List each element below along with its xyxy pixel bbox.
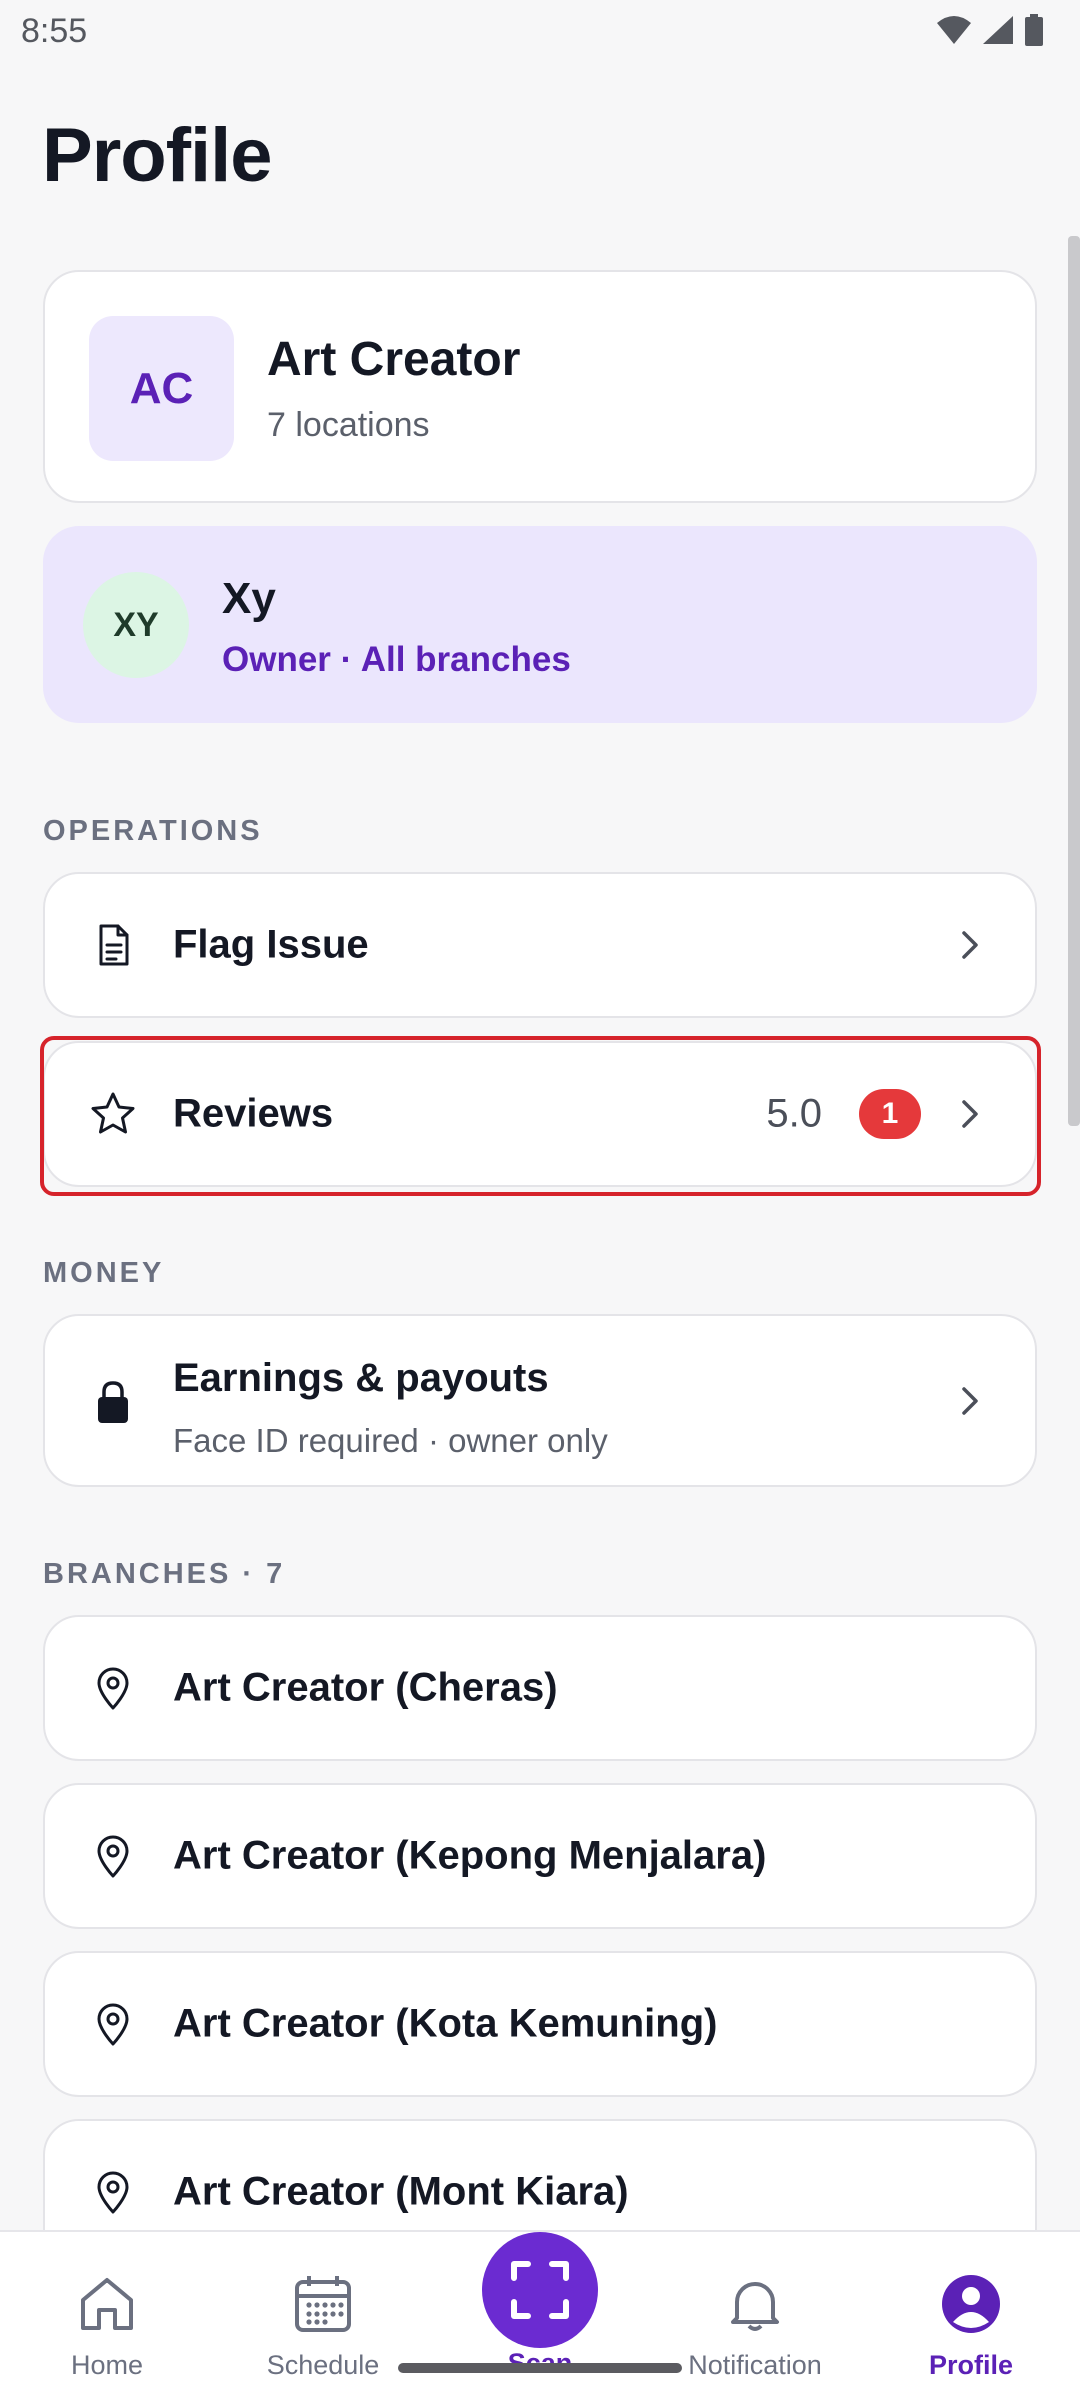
nav-home[interactable]: Home: [7, 2232, 207, 2400]
branch-item-kota-kemuning[interactable]: Art Creator (Kota Kemuning): [43, 1951, 1037, 2097]
earnings-payouts-label: Earnings & payouts: [173, 1356, 549, 1400]
location-pin-icon: [97, 2003, 129, 2046]
chevron-right-icon: [962, 931, 978, 959]
nav-home-label: Home: [70, 2350, 144, 2380]
chevron-right-icon: [962, 1386, 978, 1415]
earnings-payouts-item[interactable]: Earnings & payouts Face ID required · ow…: [43, 1314, 1037, 1487]
earnings-payouts-sublabel: Face ID required · owner only: [173, 1422, 608, 1459]
branch-label: Art Creator (Cheras): [173, 1665, 558, 1710]
branch-label: Art Creator (Kepong Menjalara): [173, 1833, 767, 1878]
status-bar: 8:55: [0, 0, 1080, 64]
home-indicator[interactable]: [398, 2363, 682, 2373]
bell-icon: [731, 2282, 779, 2331]
section-header-branches: BRANCHES · 7: [43, 1558, 286, 1590]
user-name: Xy: [222, 574, 276, 623]
flag-issue-label: Flag Issue: [173, 922, 369, 967]
flag-issue-item[interactable]: Flag Issue: [43, 872, 1037, 1018]
scrollbar[interactable]: [1068, 236, 1080, 1126]
calendar-icon: [295, 2276, 351, 2332]
location-pin-icon: [97, 1667, 129, 1710]
scan-button[interactable]: [482, 2232, 598, 2348]
location-pin-icon: [97, 1835, 129, 1878]
organization-avatar: AC: [89, 316, 234, 461]
user-card[interactable]: XY Xy Owner · All branches: [43, 526, 1037, 723]
organization-locations-count: 7 locations: [267, 406, 430, 444]
nav-profile-label: Profile: [928, 2350, 1014, 2380]
nav-schedule-label: Schedule: [266, 2350, 380, 2380]
wifi-icon: [937, 16, 971, 44]
user-role: Owner · All branches: [222, 640, 571, 679]
organization-card[interactable]: AC Art Creator 7 locations: [43, 270, 1037, 503]
user-icon: [942, 2275, 1000, 2333]
location-pin-icon: [97, 2171, 129, 2214]
highlight-box: [40, 1036, 1041, 1196]
section-header-money: MONEY: [43, 1257, 165, 1289]
section-header-operations: OPERATIONS: [43, 815, 263, 847]
branch-item-cheras[interactable]: Art Creator (Cheras): [43, 1615, 1037, 1761]
branch-item-kepong-menjalara[interactable]: Art Creator (Kepong Menjalara): [43, 1783, 1037, 1929]
nav-notification-label: Notification: [688, 2350, 822, 2380]
nav-schedule[interactable]: Schedule: [223, 2232, 423, 2400]
organization-name: Art Creator: [267, 333, 521, 386]
nav-profile[interactable]: Profile: [871, 2232, 1071, 2400]
profile-screen: 8:55 Profile AC Art Creator 7 locations …: [0, 0, 1080, 2400]
document-icon: [99, 924, 129, 966]
scan-icon: [511, 2261, 569, 2319]
avatar: XY: [83, 572, 189, 678]
lock-icon: [98, 1380, 128, 1423]
cellular-signal-icon: [983, 16, 1013, 44]
page-title: Profile: [42, 113, 272, 198]
branch-label: Art Creator (Kota Kemuning): [173, 2001, 718, 2046]
nav-notification[interactable]: Notification: [655, 2232, 855, 2400]
status-time: 8:55: [21, 12, 88, 50]
home-icon: [81, 2278, 133, 2330]
branch-label: Art Creator (Mont Kiara): [173, 2169, 629, 2214]
battery-icon: [1025, 14, 1043, 46]
status-icons: [936, 14, 1044, 46]
